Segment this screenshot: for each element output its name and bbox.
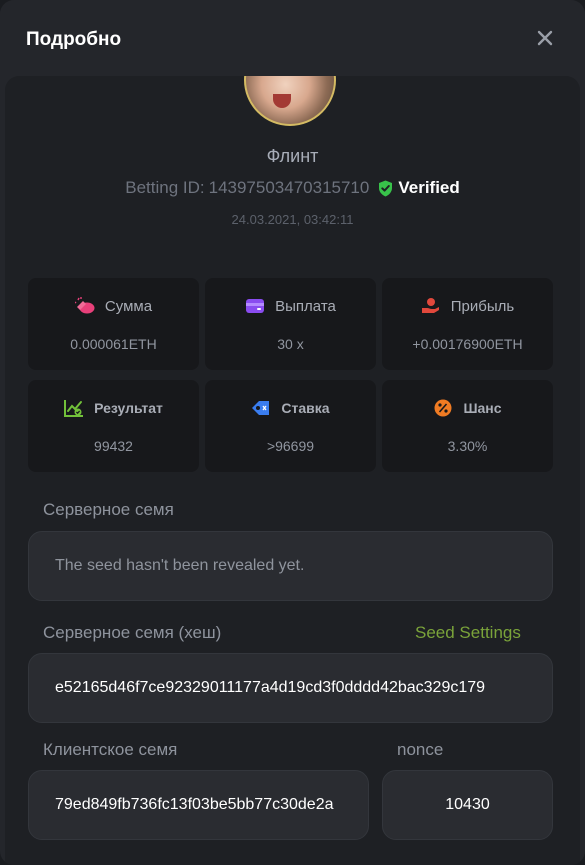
client-seed-value: 79ed849fb736fc13f03be5bb77c30de2a — [55, 796, 334, 813]
server-seed-label: Серверное семя — [43, 500, 174, 519]
stat-value: 0.000061ETH — [70, 336, 157, 352]
client-seed-label: Клиентское семя — [43, 740, 178, 759]
stat-card-payout: Выплата 30 x — [205, 278, 376, 370]
server-seed-value: The seed hasn't been revealed yet. — [55, 557, 305, 574]
nonce-field[interactable]: 10430 — [382, 770, 553, 840]
chart-check-icon — [64, 400, 84, 417]
bet-timestamp: 24.03.2021, 03:42:11 — [231, 212, 354, 227]
modal-body: Флинт Betting ID: 14397503470315710 Veri… — [5, 76, 580, 865]
stat-card-head: Результат — [28, 399, 199, 417]
stat-card-head: Ставка — [205, 399, 376, 417]
modal-header: Подробно — [0, 0, 585, 76]
hand-coin-icon — [421, 298, 439, 313]
betting-id-label: Betting ID: — [125, 178, 205, 197]
shield-check-icon — [379, 180, 393, 196]
nonce-label: nonce — [397, 740, 444, 759]
stat-card-head: Выплата — [205, 297, 376, 315]
verified-label: Verified — [398, 178, 460, 197]
stat-card-head: Сумма — [28, 297, 199, 315]
stat-label: Выплата — [275, 297, 336, 315]
stat-value: 99432 — [94, 438, 133, 454]
stat-card-result: Результат 99432 — [28, 380, 199, 472]
stat-card-bet: Ставка >96699 — [205, 380, 376, 472]
seed-settings-link[interactable]: Seed Settings — [415, 623, 521, 643]
stat-card-head: Шанс — [382, 399, 553, 417]
stat-label: Ставка — [281, 400, 330, 416]
server-hash-field[interactable]: e52165d46f7ce92329011177a4d19cd3f0dddd42… — [28, 653, 553, 723]
percent-icon — [434, 399, 452, 417]
stat-card-chance: Шанс 3.30% — [382, 380, 553, 472]
stat-card-amount: Сумма 0.000061ETH — [28, 278, 199, 370]
betting-id-value: 14397503470315710 — [208, 178, 370, 197]
nonce-value: 10430 — [445, 796, 490, 813]
modal-title: Подробно — [26, 29, 122, 50]
ticket-icon — [252, 401, 270, 415]
server-hash-label: Серверное семя (хеш) — [43, 623, 222, 642]
close-button[interactable] — [531, 24, 559, 52]
wallet-icon — [246, 299, 265, 313]
verified-badge: Verified — [378, 178, 460, 198]
coins-icon — [74, 297, 95, 314]
avatar-mouth — [273, 94, 291, 108]
stat-value: 30 x — [277, 336, 304, 352]
betting-id-row: Betting ID: 14397503470315710 Verified — [5, 178, 580, 198]
server-hash-value: e52165d46f7ce92329011177a4d19cd3f0dddd42… — [55, 679, 486, 696]
close-icon — [537, 30, 553, 46]
stat-label: Шанс — [463, 400, 502, 416]
stat-label: Прибыль — [450, 297, 515, 315]
stat-label: Сумма — [104, 297, 153, 315]
username: Флинт — [266, 146, 319, 166]
avatar — [244, 76, 336, 126]
stat-card-head: Прибыль — [382, 297, 553, 315]
stat-label: Результат — [94, 400, 163, 416]
server-seed-field[interactable]: The seed hasn't been revealed yet. — [28, 531, 553, 601]
client-seed-field[interactable]: 79ed849fb736fc13f03be5bb77c30de2a — [28, 770, 369, 840]
stat-value: 3.30% — [447, 438, 488, 454]
stat-card-profit: Прибыль +0.00176900ETH — [382, 278, 553, 370]
bet-details-modal: Подробно Флинт Betting ID: 1439750347031… — [0, 0, 585, 865]
stat-value: >96699 — [266, 438, 315, 454]
stat-value: +0.00176900ETH — [412, 336, 523, 352]
